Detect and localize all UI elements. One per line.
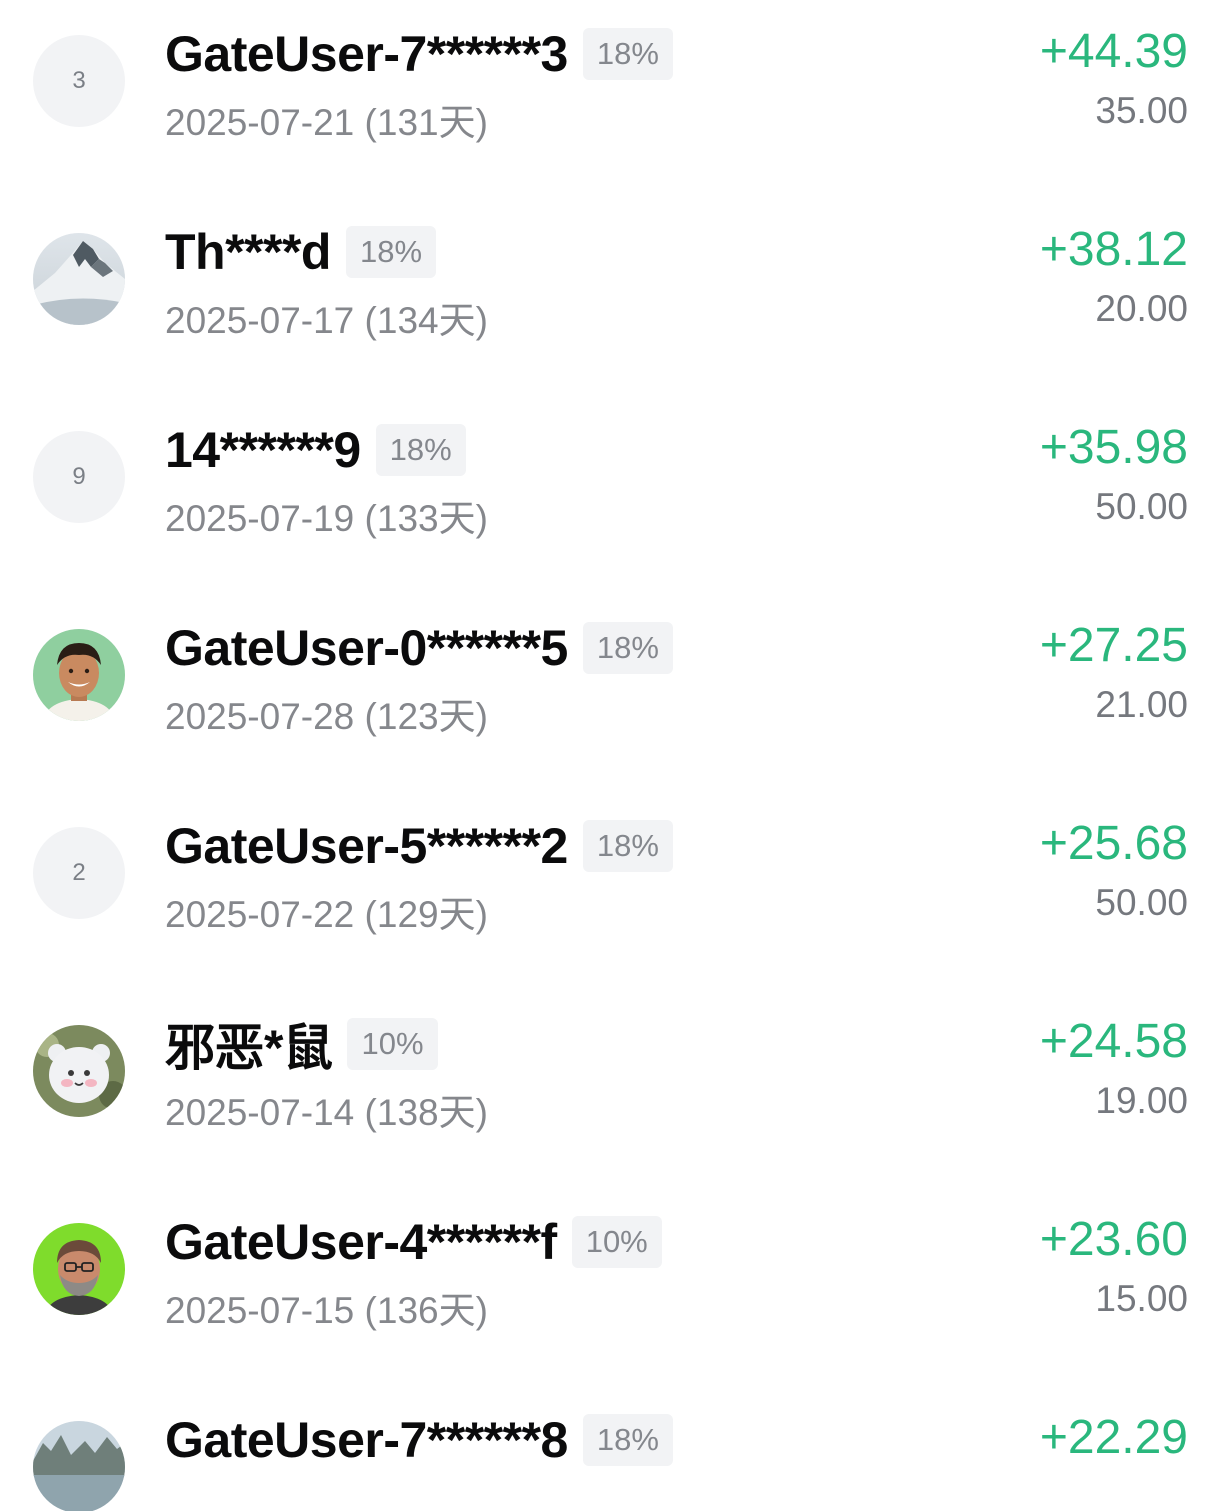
avatar-placeholder-icon: 2 xyxy=(33,827,125,919)
deposit-amount: 20.00 xyxy=(1095,288,1188,329)
deposit-amount: 50.00 xyxy=(1095,882,1188,923)
user-name: GateUser-5******2 xyxy=(165,818,568,874)
deposit-amount: 21.00 xyxy=(1095,684,1188,725)
join-date: 2025-07-17 (134天) xyxy=(165,300,488,341)
list-item[interactable]: GateUser-0******5 18% 2025-07-28 (123天) … xyxy=(0,594,1225,792)
join-date: 2025-07-28 (123天) xyxy=(165,696,488,737)
join-date: 2025-07-22 (129天) xyxy=(165,894,488,935)
join-date: 2025-07-14 (138天) xyxy=(165,1092,488,1133)
gain-amount: +22.29 xyxy=(1039,1411,1188,1464)
join-date: 2025-07-15 (136天) xyxy=(165,1290,488,1331)
snowy-mountain-image xyxy=(33,233,125,325)
user-name: 14******9 xyxy=(165,422,361,478)
rate-badge: 10% xyxy=(347,1018,438,1070)
user-name: GateUser-7******3 xyxy=(165,26,568,82)
lake-landscape-image xyxy=(33,1421,125,1511)
name-line: GateUser-7******3 18% xyxy=(165,22,673,86)
user-name: GateUser-4******f xyxy=(165,1214,557,1270)
snowy-mountain-avatar-icon xyxy=(33,233,125,325)
rate-badge: 18% xyxy=(582,28,673,80)
list-item[interactable]: GateUser-7******8 18% +22.29 xyxy=(0,1386,1225,1511)
rate-badge: 18% xyxy=(375,424,466,476)
user-name: GateUser-7******8 xyxy=(165,1412,568,1468)
gain-amount: +23.60 xyxy=(1039,1213,1188,1266)
name-line: GateUser-4******f 10% xyxy=(165,1210,662,1274)
plush-toy-avatar-icon xyxy=(33,1025,125,1117)
gain-amount: +27.25 xyxy=(1039,619,1188,672)
avatar-placeholder-icon: 9 xyxy=(33,431,125,523)
avatar-placeholder-icon: 3 xyxy=(33,35,125,127)
rate-badge: 10% xyxy=(571,1216,662,1268)
rate-badge: 18% xyxy=(345,226,437,278)
name-line: 14******9 18% xyxy=(165,418,466,482)
user-name: GateUser-0******5 xyxy=(165,620,568,676)
referral-list: 3 GateUser-7******3 18% 2025-07-21 (131天… xyxy=(0,0,1225,1511)
list-item[interactable]: 3 GateUser-7******3 18% 2025-07-21 (131天… xyxy=(0,0,1225,198)
deposit-amount: 50.00 xyxy=(1095,486,1188,527)
name-line: 邪恶*鼠 10% xyxy=(165,1012,438,1076)
smiling-man-image xyxy=(33,629,125,721)
gain-amount: +25.68 xyxy=(1039,817,1188,870)
bearded-man-image xyxy=(33,1223,125,1315)
join-date: 2025-07-19 (133天) xyxy=(165,498,488,539)
deposit-amount: 19.00 xyxy=(1095,1080,1188,1121)
gain-amount: +35.98 xyxy=(1039,421,1188,474)
gain-amount: +24.58 xyxy=(1039,1015,1188,1068)
name-line: Th****d 18% xyxy=(165,220,437,284)
deposit-amount: 15.00 xyxy=(1095,1278,1188,1319)
name-line: GateUser-5******2 18% xyxy=(165,814,673,878)
join-date: 2025-07-21 (131天) xyxy=(165,102,488,143)
smiling-man-avatar-icon xyxy=(33,629,125,721)
rate-badge: 18% xyxy=(582,1414,673,1466)
gain-amount: +44.39 xyxy=(1039,25,1188,78)
rate-badge: 18% xyxy=(582,820,673,872)
deposit-amount: 35.00 xyxy=(1095,90,1188,131)
list-item[interactable]: 邪恶*鼠 10% 2025-07-14 (138天) +24.58 19.00 xyxy=(0,990,1225,1188)
bearded-man-avatar-icon xyxy=(33,1223,125,1315)
plush-toy-image xyxy=(33,1025,125,1117)
avatar-initial: 3 xyxy=(72,67,86,94)
rate-badge: 18% xyxy=(582,622,673,674)
list-item[interactable]: Th****d 18% 2025-07-17 (134天) +38.12 20.… xyxy=(0,198,1225,396)
user-name: 邪恶*鼠 xyxy=(165,1020,333,1076)
user-name: Th****d xyxy=(165,224,331,280)
list-item[interactable]: 9 14******9 18% 2025-07-19 (133天) +35.98… xyxy=(0,396,1225,594)
list-item[interactable]: GateUser-4******f 10% 2025-07-15 (136天) … xyxy=(0,1188,1225,1386)
avatar-initial: 9 xyxy=(72,463,86,490)
lake-landscape-avatar-icon xyxy=(33,1421,125,1511)
name-line: GateUser-0******5 18% xyxy=(165,616,673,680)
name-line: GateUser-7******8 18% xyxy=(165,1408,673,1472)
list-item[interactable]: 2 GateUser-5******2 18% 2025-07-22 (129天… xyxy=(0,792,1225,990)
gain-amount: +38.12 xyxy=(1039,223,1188,276)
avatar-initial: 2 xyxy=(72,859,86,886)
